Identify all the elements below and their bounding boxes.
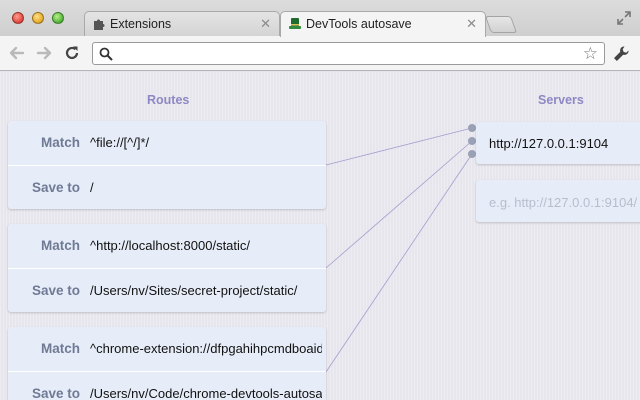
tab-close-icon[interactable]: ✕ [466,16,477,32]
match-field[interactable]: ^chrome-extension://dfpgahihpcmdboaidbfh… [90,341,322,359]
servers-heading: Servers [538,93,584,107]
connector-line [325,140,473,269]
route-card: Match ^file://[^/]*/ Save to / [8,121,326,209]
new-tab-button[interactable] [484,16,518,33]
connector-line [325,153,473,373]
match-label: Match [40,135,80,150]
save-to-row: Save to / [8,165,326,209]
save-to-field[interactable]: /Users/nv/Code/chrome-devtools-autosave [90,386,322,400]
save-to-row: Save to /Users/nv/Code/chrome-devtools-a… [8,371,326,400]
route-card: Match ^http://localhost:8000/static/ Sav… [8,224,326,312]
hat-icon [289,18,301,29]
match-field[interactable]: ^http://localhost:8000/static/ [90,238,322,256]
save-to-label: Save to [31,386,80,400]
save-to-label: Save to [31,180,80,195]
server-card[interactable]: http://127.0.0.1:9104 [476,122,640,164]
window-maximize-button[interactable] [52,12,64,24]
tab-close-icon[interactable]: ✕ [260,16,271,32]
new-server-card[interactable] [476,180,640,222]
window-close-button[interactable] [12,12,24,24]
connector-port-dot[interactable] [468,150,476,158]
reload-icon[interactable] [63,44,81,62]
forward-arrow-icon[interactable] [35,44,53,62]
autosave-settings-page: Routes Servers Match ^file://[^/]*/ Save… [0,72,640,400]
match-label: Match [40,238,80,253]
connector-port-dot[interactable] [468,137,476,145]
save-to-row: Save to /Users/nv/Sites/secret-project/s… [8,268,326,312]
route-card: Match ^chrome-extension://dfpgahihpcmdbo… [8,327,326,400]
address-bar[interactable]: ☆ [92,42,605,65]
address-input[interactable] [119,45,569,62]
save-to-field[interactable]: / [90,180,322,198]
tab-extensions[interactable]: Extensions ✕ [84,11,280,37]
connector-line [325,127,473,166]
tab-title: Extensions [110,17,172,31]
server-url[interactable]: http://127.0.0.1:9104 [489,136,608,151]
star-icon[interactable]: ☆ [583,44,598,64]
window-minimize-button[interactable] [32,12,44,24]
new-server-input[interactable] [489,193,640,211]
tab-devtools-autosave[interactable]: DevTools autosave ✕ [280,11,486,37]
puzzle-icon [94,19,105,30]
save-to-field[interactable]: /Users/nv/Sites/secret-project/static/ [90,283,322,301]
tab-strip: Extensions ✕ DevTools autosave ✕ [0,0,640,37]
save-to-label: Save to [31,283,80,298]
back-arrow-icon[interactable] [8,44,26,62]
wrench-icon[interactable] [612,45,630,63]
routes-heading: Routes [147,93,190,107]
match-row: Match ^chrome-extension://dfpgahihpcmdbo… [8,327,326,371]
match-label: Match [40,341,80,356]
match-field[interactable]: ^file://[^/]*/ [90,135,322,153]
fullscreen-icon[interactable] [616,10,632,26]
browser-toolbar: ☆ [0,36,640,71]
match-row: Match ^file://[^/]*/ [8,121,326,165]
search-icon [99,47,113,61]
tab-title: DevTools autosave [306,17,412,31]
connector-port-dot[interactable] [468,124,476,132]
match-row: Match ^http://localhost:8000/static/ [8,224,326,268]
